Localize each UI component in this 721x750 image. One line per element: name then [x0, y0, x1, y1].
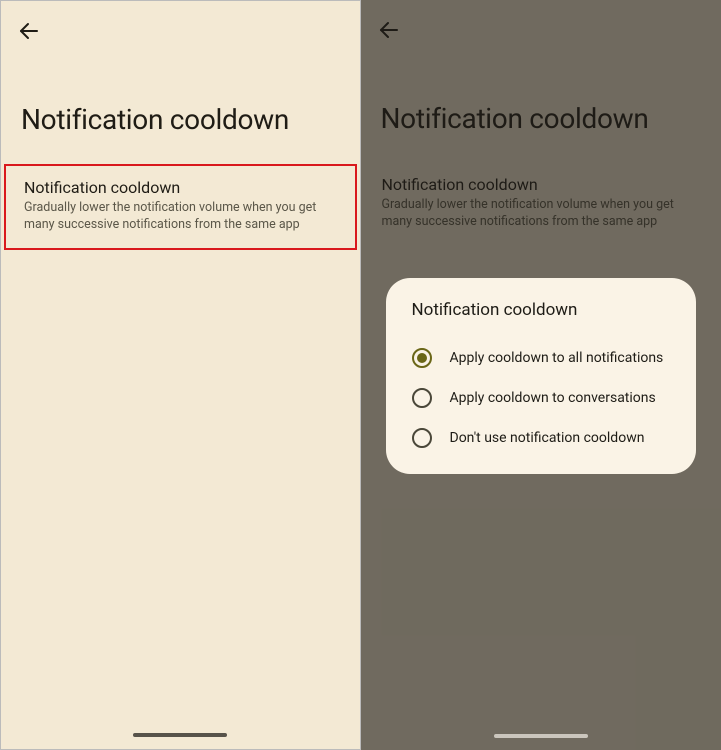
- setting-description: Gradually lower the notification volume …: [382, 197, 701, 231]
- setting-title: Notification cooldown: [382, 175, 701, 194]
- radio-label: Don't use notification cooldown: [450, 430, 645, 446]
- radio-label: Apply cooldown to conversations: [450, 390, 656, 406]
- setting-notification-cooldown[interactable]: Notification cooldown Gradually lower th…: [364, 163, 719, 245]
- topbar: [361, 0, 721, 56]
- back-arrow-icon[interactable]: [377, 18, 401, 42]
- nav-pill[interactable]: [133, 733, 227, 737]
- dialog-title: Notification cooldown: [404, 300, 679, 320]
- radio-label: Apply cooldown to all notifications: [450, 350, 664, 366]
- back-arrow-icon[interactable]: [17, 19, 41, 43]
- page-title: Notification cooldown: [361, 56, 721, 163]
- radio-option-all[interactable]: Apply cooldown to all notifications: [404, 338, 679, 378]
- radio-button-icon: [412, 428, 432, 448]
- radio-option-conversations[interactable]: Apply cooldown to conversations: [404, 378, 679, 418]
- screen-left: Notification cooldown Notification coold…: [0, 0, 361, 750]
- radio-option-none[interactable]: Don't use notification cooldown: [404, 418, 679, 458]
- dialog-notification-cooldown: Notification cooldown Apply cooldown to …: [386, 278, 697, 474]
- radio-button-icon: [412, 388, 432, 408]
- radio-button-icon: [412, 348, 432, 368]
- nav-pill[interactable]: [494, 734, 588, 738]
- setting-description: Gradually lower the notification volume …: [24, 200, 337, 234]
- setting-title: Notification cooldown: [24, 178, 337, 197]
- screen-right: Notification cooldown Notification coold…: [361, 0, 721, 750]
- setting-notification-cooldown[interactable]: Notification cooldown Gradually lower th…: [4, 164, 357, 250]
- page-title: Notification cooldown: [1, 57, 360, 164]
- topbar: [1, 1, 360, 57]
